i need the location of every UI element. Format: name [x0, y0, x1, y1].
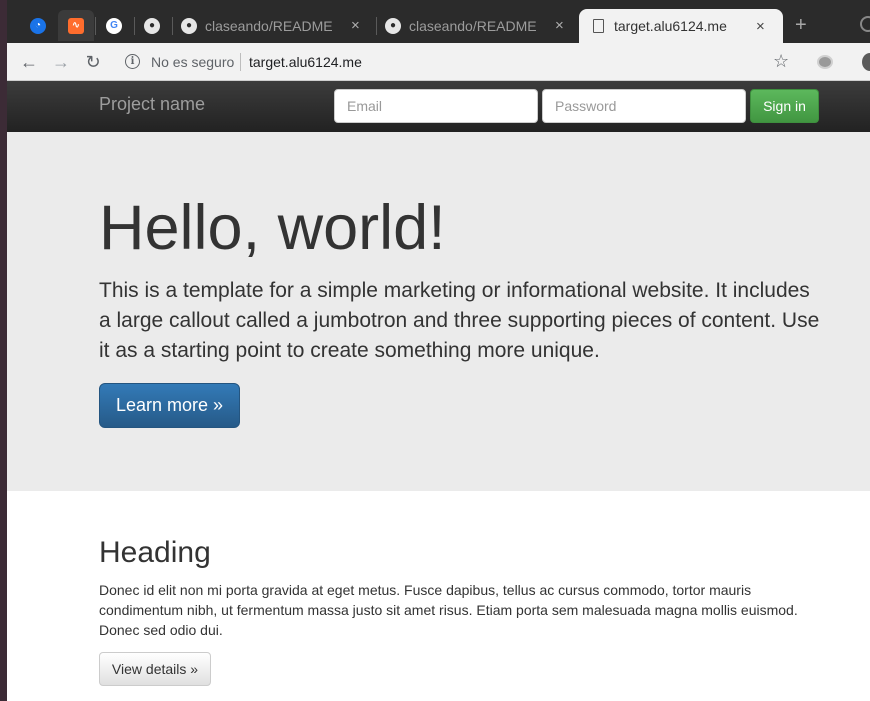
page-viewport: Project name Sign in Hello, world! This …: [7, 81, 870, 701]
section-heading: Heading: [99, 536, 211, 569]
address-bar[interactable]: target.alu6124.me: [249, 54, 362, 70]
jumbotron-title: Hello, world!: [99, 193, 446, 263]
browser-toolbar: ← → ↻ i No es seguro target.alu6124.me ☆: [7, 43, 870, 81]
document-icon: [593, 19, 604, 33]
github-icon: ●: [144, 17, 160, 34]
tab-title: claseando/README: [409, 17, 537, 34]
activity-icon: ∿: [68, 17, 84, 34]
star-icon[interactable]: ☆: [773, 51, 789, 72]
tab-separator: [172, 17, 173, 35]
jumbotron-text: This is a template for a simple marketin…: [99, 279, 820, 362]
tab-strip: ◔ ∿ G ● ● claseando/README × ● claseando…: [7, 0, 870, 43]
tab-readme-2[interactable]: ● claseando/README ×: [385, 10, 564, 41]
tab-pinned-4[interactable]: ●: [134, 10, 170, 41]
email-input[interactable]: [334, 89, 538, 123]
github-icon: ●: [385, 17, 401, 34]
tab-readme-1[interactable]: ● claseando/README ×: [181, 10, 360, 41]
close-icon[interactable]: ×: [756, 18, 765, 35]
navbar-brand[interactable]: Project name: [99, 94, 205, 115]
tab-title: claseando/README: [205, 17, 333, 34]
tab-pinned-1[interactable]: ◔: [20, 10, 56, 41]
tab-separator: [376, 17, 377, 35]
url-separator: [240, 53, 241, 71]
tab-pinned-2[interactable]: ∿: [58, 10, 94, 41]
google-icon: G: [106, 17, 122, 34]
tab-pinned-3[interactable]: G: [96, 10, 132, 41]
circle-logo-icon: ◔: [30, 17, 46, 34]
password-input[interactable]: [542, 89, 746, 123]
section-body: Donec id elit non mi porta gravida at eg…: [99, 582, 798, 638]
view-details-button[interactable]: View details »: [99, 652, 211, 686]
new-tab-button[interactable]: +: [795, 14, 807, 37]
content-column: Heading Donec id elit non mi porta gravi…: [99, 536, 819, 686]
reload-icon[interactable]: ↻: [82, 51, 104, 73]
tab-title: target.alu6124.me: [614, 18, 727, 34]
account-icon[interactable]: [862, 53, 870, 71]
close-icon[interactable]: ×: [555, 17, 564, 34]
github-icon: ●: [181, 17, 197, 34]
forward-icon[interactable]: →: [50, 51, 72, 73]
close-icon[interactable]: ×: [351, 17, 360, 34]
browser-chrome: ◔ ∿ G ● ● claseando/README × ● claseando…: [7, 0, 870, 81]
navbar: Project name Sign in: [7, 81, 870, 132]
back-icon[interactable]: ←: [18, 51, 40, 73]
security-label[interactable]: No es seguro: [151, 54, 234, 70]
profile-icon[interactable]: [860, 16, 870, 32]
tab-active[interactable]: target.alu6124.me ×: [579, 9, 783, 43]
jumbotron: Hello, world! This is a template for a s…: [7, 132, 870, 491]
signin-button[interactable]: Sign in: [750, 89, 819, 123]
learn-more-button[interactable]: Learn more »: [99, 383, 240, 428]
info-icon[interactable]: i: [125, 54, 140, 69]
extension-icon[interactable]: [817, 55, 833, 69]
